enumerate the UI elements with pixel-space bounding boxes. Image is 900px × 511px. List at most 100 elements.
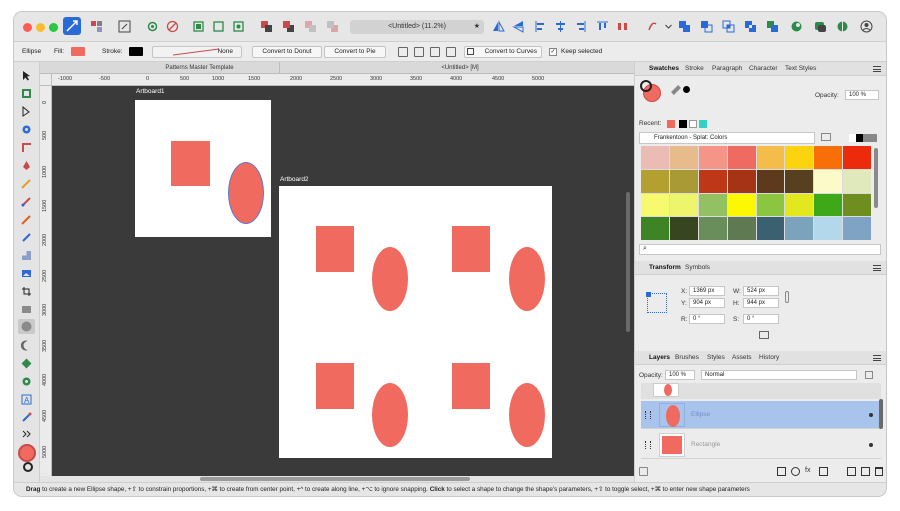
tab-patterns-master-template[interactable]: Patterns Master Template bbox=[120, 62, 280, 74]
pixel-persona-icon[interactable] bbox=[90, 20, 103, 33]
assistant-dropdown-icon[interactable] bbox=[662, 20, 672, 33]
arrange-back-icon[interactable] bbox=[260, 20, 273, 33]
boolean-intersect-icon[interactable] bbox=[722, 20, 735, 33]
point-transform-icon[interactable] bbox=[21, 124, 32, 135]
palette-swatch[interactable] bbox=[756, 217, 785, 240]
blend-mode-dropdown[interactable]: Normal bbox=[701, 370, 857, 380]
rotation-field[interactable]: 0 ° bbox=[689, 314, 725, 324]
tab-symbols[interactable]: Symbols bbox=[685, 264, 710, 271]
palette-swatch[interactable] bbox=[641, 169, 669, 193]
palette-swatch[interactable] bbox=[669, 146, 698, 169]
convert-to-curves-button[interactable]: Convert to Curves bbox=[464, 46, 542, 58]
align-right-icon[interactable] bbox=[574, 20, 587, 33]
artboard1[interactable] bbox=[135, 100, 271, 237]
paint-brush-icon[interactable] bbox=[21, 232, 32, 243]
shape-tool-icon[interactable] bbox=[21, 358, 32, 369]
layer-lock-icon[interactable] bbox=[639, 467, 648, 476]
keep-selected-checkbox[interactable]: ✓ bbox=[549, 48, 557, 56]
convert-to-pie-button[interactable]: Convert to Pie bbox=[324, 46, 386, 58]
layer-name[interactable]: Ellipse bbox=[691, 411, 710, 418]
tab-swatches[interactable]: Swatches bbox=[649, 65, 679, 72]
color-picker-icon[interactable] bbox=[671, 85, 681, 95]
mask-layer-icon[interactable] bbox=[777, 467, 786, 476]
insert-top-icon[interactable] bbox=[836, 20, 849, 33]
swatch-search-input[interactable]: ⌕ bbox=[639, 244, 881, 255]
layer-name[interactable]: Rectangle bbox=[691, 441, 720, 448]
transform-menu-icon[interactable] bbox=[873, 265, 881, 271]
artboard-tool-icon[interactable] bbox=[21, 88, 32, 99]
palette-swatch[interactable] bbox=[785, 193, 814, 217]
flip-horizontal-icon[interactable] bbox=[492, 20, 505, 33]
rectangle-shape[interactable] bbox=[452, 363, 490, 409]
tab-text-styles[interactable]: Text Styles bbox=[785, 65, 816, 72]
palette-swatch[interactable] bbox=[641, 217, 669, 240]
document-title-tab[interactable]: <Untitled> (11.2%) ★ bbox=[350, 20, 484, 34]
swatches-menu-icon[interactable] bbox=[873, 66, 881, 72]
tab-stroke[interactable]: Stroke bbox=[685, 65, 704, 72]
artboard2-label[interactable]: Artboard2 bbox=[280, 176, 309, 183]
palette-swatch[interactable] bbox=[669, 217, 698, 240]
boolean-xor-icon[interactable] bbox=[744, 20, 757, 33]
lock-aspect-icon[interactable] bbox=[785, 291, 789, 303]
pen-tool-icon[interactable] bbox=[21, 160, 32, 171]
palette-swatch-grid[interactable] bbox=[641, 146, 871, 240]
palette-swatch[interactable] bbox=[756, 146, 785, 169]
stroke-style-dropdown[interactable]: None bbox=[152, 46, 242, 58]
designer-persona-icon[interactable] bbox=[63, 17, 81, 35]
palette-swatch[interactable] bbox=[814, 169, 843, 193]
arrange-backward-icon[interactable] bbox=[326, 20, 339, 33]
layers-opacity-field[interactable]: 100 % bbox=[665, 370, 695, 380]
h-field[interactable]: 944 px bbox=[743, 298, 779, 308]
arrange-forward-icon[interactable] bbox=[304, 20, 317, 33]
palette-swatch[interactable] bbox=[785, 146, 814, 169]
boolean-subtract-icon[interactable] bbox=[700, 20, 713, 33]
frame-icon[interactable] bbox=[212, 20, 225, 33]
swatches-opacity-field[interactable]: 100 % bbox=[845, 90, 879, 100]
layers-scrollbar[interactable] bbox=[879, 399, 883, 429]
layer-row-rectangle[interactable]: Rectangle bbox=[641, 431, 881, 459]
palette-swatch[interactable] bbox=[641, 193, 669, 217]
palette-swatch[interactable] bbox=[727, 169, 756, 193]
rectangle-shape[interactable] bbox=[171, 141, 210, 186]
align-horizontal-icon[interactable] bbox=[414, 47, 424, 57]
palette-swatch[interactable] bbox=[669, 193, 698, 217]
boolean-add-icon[interactable] bbox=[678, 20, 691, 33]
stroke-color-well[interactable] bbox=[640, 80, 652, 92]
swap-color-icon[interactable] bbox=[683, 86, 690, 93]
drag-handle-icon[interactable] bbox=[645, 411, 651, 419]
favorite-star-icon[interactable]: ★ bbox=[474, 20, 480, 34]
ellipse-shape[interactable] bbox=[509, 383, 545, 447]
rectangle-shape[interactable] bbox=[316, 226, 354, 272]
tab-paragraph[interactable]: Paragraph bbox=[712, 65, 742, 72]
place-image-icon[interactable] bbox=[21, 268, 32, 279]
parent-layer-row[interactable] bbox=[641, 383, 881, 399]
palette-swatch[interactable] bbox=[727, 193, 756, 217]
minimize-window-button[interactable] bbox=[36, 23, 45, 32]
rectangle-tool-icon[interactable] bbox=[21, 304, 32, 315]
layer-settings-icon[interactable] bbox=[865, 371, 873, 379]
stroke-color-swatch[interactable] bbox=[129, 47, 143, 56]
fill-color-swatch[interactable] bbox=[71, 47, 85, 56]
text-tool-icon[interactable]: A bbox=[21, 394, 32, 405]
arrange-front-icon[interactable] bbox=[282, 20, 295, 33]
align-frame-icon[interactable] bbox=[192, 20, 205, 33]
palette-swatch[interactable] bbox=[756, 169, 785, 193]
artboard1-label[interactable]: Artboard1 bbox=[136, 88, 165, 95]
recent-color-swatch[interactable] bbox=[679, 120, 687, 128]
w-field[interactable]: 524 px bbox=[743, 286, 779, 296]
tab-styles[interactable]: Styles bbox=[707, 354, 725, 361]
snapping-icon[interactable] bbox=[166, 20, 179, 33]
flip-vertical-icon[interactable] bbox=[512, 20, 525, 33]
ellipse-tool-icon[interactable] bbox=[18, 319, 35, 334]
ellipse-shape[interactable] bbox=[372, 247, 408, 311]
palette-swatch[interactable] bbox=[698, 169, 727, 193]
tab-untitled[interactable]: <Untitled> [M] bbox=[380, 62, 540, 74]
ellipse-shape[interactable] bbox=[509, 247, 545, 311]
palette-swatch[interactable] bbox=[814, 193, 843, 217]
palette-swatch[interactable] bbox=[756, 193, 785, 217]
ellipse-shape[interactable] bbox=[372, 383, 408, 447]
shear-field[interactable]: 0 ° bbox=[743, 314, 779, 324]
group-layer-icon[interactable] bbox=[819, 467, 828, 476]
align-center-icon[interactable] bbox=[554, 20, 567, 33]
align-left-icon[interactable] bbox=[534, 20, 547, 33]
